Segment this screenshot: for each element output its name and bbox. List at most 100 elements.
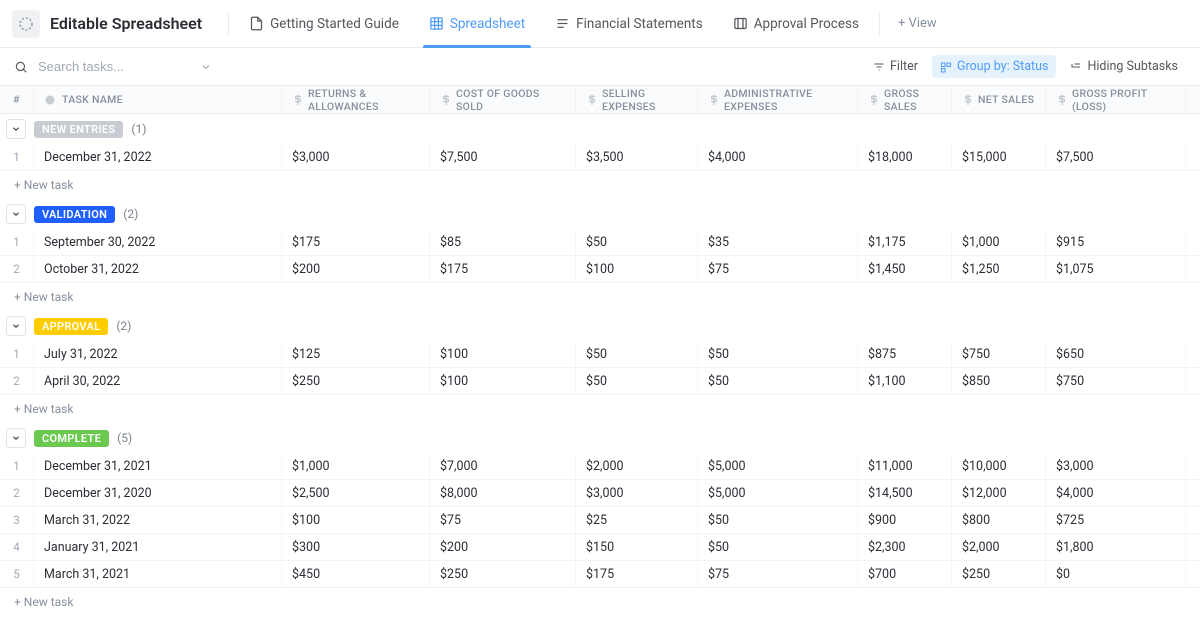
money-cell[interactable]: $100 <box>576 256 698 282</box>
money-cell[interactable]: $3,000 <box>1046 453 1186 479</box>
money-cell[interactable]: $3,500 <box>576 144 698 170</box>
task-name[interactable]: July 31, 2022 <box>34 341 282 367</box>
money-cell[interactable]: $50 <box>698 368 858 394</box>
money-cell[interactable]: $875 <box>858 341 952 367</box>
col-task-name[interactable]: TASK NAME <box>34 86 282 113</box>
tab-financial-statements[interactable]: Financial Statements <box>541 0 717 48</box>
money-cell[interactable]: $250 <box>430 561 576 587</box>
money-cell[interactable]: $100 <box>430 368 576 394</box>
money-cell[interactable]: $50 <box>576 368 698 394</box>
task-name[interactable]: April 30, 2022 <box>34 368 282 394</box>
money-cell[interactable]: $25 <box>576 507 698 533</box>
table-row[interactable]: 1September 30, 2022$175$85$50$35$1,175$1… <box>0 229 1200 256</box>
add-view-button[interactable]: + View <box>886 16 949 31</box>
money-cell[interactable]: $150 <box>576 534 698 560</box>
money-cell[interactable]: $7,500 <box>1046 144 1186 170</box>
task-name[interactable]: September 30, 2022 <box>34 229 282 255</box>
table-row[interactable]: 1December 31, 2021$1,000$7,000$2,000$5,0… <box>0 453 1200 480</box>
money-cell[interactable]: $11,000 <box>858 453 952 479</box>
table-row[interactable]: 2December 31, 2020$2,500$8,000$3,000$5,0… <box>0 480 1200 507</box>
task-name[interactable]: December 31, 2020 <box>34 480 282 506</box>
task-name[interactable]: March 31, 2021 <box>34 561 282 587</box>
filter-button[interactable]: Filter <box>865 55 926 78</box>
tab-spreadsheet[interactable]: Spreadsheet <box>415 0 539 48</box>
money-cell[interactable]: $2,300 <box>858 534 952 560</box>
money-cell[interactable]: $900 <box>858 507 952 533</box>
money-cell[interactable]: $1,075 <box>1046 256 1186 282</box>
table-row[interactable]: 1July 31, 2022$125$100$50$50$875$750$650 <box>0 341 1200 368</box>
money-cell[interactable]: $12,000 <box>952 480 1046 506</box>
money-cell[interactable]: $1,800 <box>1046 534 1186 560</box>
money-cell[interactable]: $2,000 <box>952 534 1046 560</box>
money-cell[interactable]: $250 <box>952 561 1046 587</box>
col-selling[interactable]: SELLING EXPENSES <box>576 86 698 113</box>
money-cell[interactable]: $750 <box>952 341 1046 367</box>
group-toggle[interactable] <box>6 119 26 139</box>
money-cell[interactable]: $75 <box>698 256 858 282</box>
new-task-button[interactable]: + New task <box>0 283 1200 311</box>
money-cell[interactable]: $1,100 <box>858 368 952 394</box>
task-name[interactable]: December 31, 2021 <box>34 453 282 479</box>
money-cell[interactable]: $2,000 <box>576 453 698 479</box>
money-cell[interactable]: $50 <box>698 534 858 560</box>
status-badge[interactable]: COMPLETE <box>34 430 109 447</box>
money-cell[interactable]: $5,000 <box>698 453 858 479</box>
task-name[interactable]: January 31, 2021 <box>34 534 282 560</box>
money-cell[interactable]: $1,450 <box>858 256 952 282</box>
new-task-button[interactable]: + New task <box>0 395 1200 423</box>
status-badge[interactable]: APPROVAL <box>34 318 108 335</box>
money-cell[interactable]: $8,000 <box>430 480 576 506</box>
money-cell[interactable]: $3,000 <box>576 480 698 506</box>
money-cell[interactable]: $75 <box>698 561 858 587</box>
money-cell[interactable]: $50 <box>576 341 698 367</box>
money-cell[interactable]: $50 <box>698 341 858 367</box>
table-row[interactable]: 4January 31, 2021$300$200$150$50$2,300$2… <box>0 534 1200 561</box>
money-cell[interactable]: $75 <box>430 507 576 533</box>
col-admin[interactable]: ADMINISTRATIVE EXPENSES <box>698 86 858 113</box>
money-cell[interactable]: $175 <box>282 229 430 255</box>
col-net-sales[interactable]: NET SALES <box>952 86 1046 113</box>
status-badge[interactable]: NEW ENTRIES <box>34 121 123 138</box>
search-input[interactable] <box>34 55 174 78</box>
money-cell[interactable]: $125 <box>282 341 430 367</box>
money-cell[interactable]: $50 <box>698 507 858 533</box>
money-cell[interactable]: $915 <box>1046 229 1186 255</box>
status-badge[interactable]: VALIDATION <box>34 206 115 223</box>
money-cell[interactable]: $50 <box>576 229 698 255</box>
money-cell[interactable]: $700 <box>858 561 952 587</box>
new-task-button[interactable]: + New task <box>0 171 1200 199</box>
money-cell[interactable]: $0 <box>1046 561 1186 587</box>
money-cell[interactable]: $650 <box>1046 341 1186 367</box>
money-cell[interactable]: $175 <box>576 561 698 587</box>
money-cell[interactable]: $800 <box>952 507 1046 533</box>
money-cell[interactable]: $14,500 <box>858 480 952 506</box>
money-cell[interactable]: $1,175 <box>858 229 952 255</box>
money-cell[interactable]: $1,000 <box>282 453 430 479</box>
table-row[interactable]: 3March 31, 2022$100$75$25$50$900$800$725 <box>0 507 1200 534</box>
col-cogs[interactable]: COST OF GOODS SOLD <box>430 86 576 113</box>
money-cell[interactable]: $1,250 <box>952 256 1046 282</box>
money-cell[interactable]: $750 <box>1046 368 1186 394</box>
money-cell[interactable]: $100 <box>282 507 430 533</box>
table-row[interactable]: 5March 31, 2021$450$250$175$75$700$250$0 <box>0 561 1200 588</box>
money-cell[interactable]: $4,000 <box>1046 480 1186 506</box>
money-cell[interactable]: $2,500 <box>282 480 430 506</box>
money-cell[interactable]: $10,000 <box>952 453 1046 479</box>
task-name[interactable]: December 31, 2022 <box>34 144 282 170</box>
money-cell[interactable]: $35 <box>698 229 858 255</box>
col-returns[interactable]: RETURNS & ALLOWANCES <box>282 86 430 113</box>
money-cell[interactable]: $850 <box>952 368 1046 394</box>
money-cell[interactable]: $85 <box>430 229 576 255</box>
tab-approval-process[interactable]: Approval Process <box>719 0 873 48</box>
group-toggle[interactable] <box>6 316 26 336</box>
group-toggle[interactable] <box>6 428 26 448</box>
money-cell[interactable]: $3,000 <box>282 144 430 170</box>
col-gross-profit[interactable]: GROSS PROFIT (LOSS) <box>1046 86 1186 113</box>
money-cell[interactable]: $200 <box>430 534 576 560</box>
money-cell[interactable]: $7,000 <box>430 453 576 479</box>
table-row[interactable]: 2October 31, 2022$200$175$100$75$1,450$1… <box>0 256 1200 283</box>
task-name[interactable]: October 31, 2022 <box>34 256 282 282</box>
money-cell[interactable]: $7,500 <box>430 144 576 170</box>
money-cell[interactable]: $1,000 <box>952 229 1046 255</box>
money-cell[interactable]: $725 <box>1046 507 1186 533</box>
